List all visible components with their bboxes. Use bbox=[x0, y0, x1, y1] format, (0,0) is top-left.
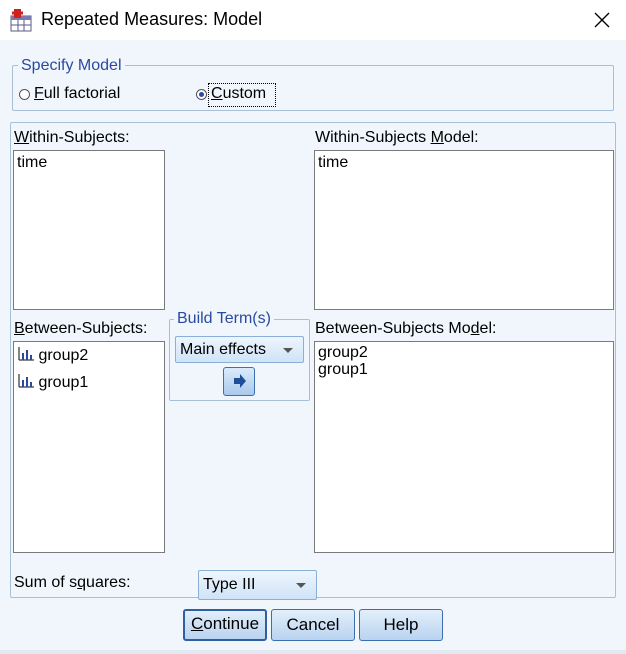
within-subjects-list[interactable]: time bbox=[13, 150, 165, 310]
list-item[interactable]: time bbox=[318, 154, 348, 172]
chevron-down-icon bbox=[283, 348, 293, 353]
between-subjects-model-list[interactable]: group2 group1 bbox=[314, 341, 614, 553]
scale-icon bbox=[18, 347, 34, 361]
list-item[interactable]: time bbox=[17, 154, 47, 172]
help-button[interactable]: Help bbox=[359, 609, 443, 641]
within-subjects-model-label: Within-Subjects Model: bbox=[315, 129, 479, 146]
list-item[interactable]: group2 bbox=[18, 347, 88, 365]
cancel-button[interactable]: Cancel bbox=[271, 609, 355, 641]
dialog-body: Specify Model Full factorial Custom With… bbox=[0, 40, 626, 654]
close-button[interactable] bbox=[582, 0, 622, 40]
title-bar: Repeated Measures: Model bbox=[0, 0, 626, 40]
within-subjects-label: Within-Subjects: bbox=[14, 129, 130, 146]
between-subjects-list[interactable]: group2 group1 bbox=[13, 341, 165, 553]
move-term-button[interactable] bbox=[223, 367, 255, 396]
arrow-right-icon bbox=[234, 374, 246, 388]
build-terms-selected: Main effects bbox=[180, 341, 266, 358]
build-terms-dropdown[interactable]: Main effects bbox=[175, 336, 304, 363]
custom-radio[interactable] bbox=[196, 89, 207, 100]
build-terms-legend: Build Term(s) bbox=[174, 310, 274, 328]
between-subjects-model-label: Between-Subjects Model: bbox=[315, 320, 497, 337]
sum-of-squares-label: Sum of squares: bbox=[14, 574, 131, 591]
spss-app-icon bbox=[10, 9, 32, 32]
custom-label[interactable]: Custom bbox=[211, 85, 266, 103]
sum-of-squares-selected: Type III bbox=[203, 576, 256, 593]
full-factorial-radio[interactable] bbox=[19, 89, 30, 100]
sum-of-squares-dropdown[interactable]: Type III bbox=[198, 570, 317, 600]
list-item[interactable]: group2 bbox=[318, 344, 368, 361]
specify-model-legend: Specify Model bbox=[18, 57, 125, 75]
list-item[interactable]: group1 bbox=[318, 361, 368, 378]
chevron-down-icon bbox=[296, 583, 306, 588]
within-subjects-model-list[interactable]: time bbox=[314, 150, 614, 310]
continue-button[interactable]: Continue bbox=[183, 609, 267, 641]
between-subjects-label: Between-Subjects: bbox=[14, 320, 148, 337]
window-title: Repeated Measures: Model bbox=[41, 9, 263, 29]
scale-icon bbox=[18, 374, 34, 388]
bottom-edge bbox=[0, 650, 626, 654]
full-factorial-label[interactable]: Full factorial bbox=[34, 85, 120, 103]
close-icon bbox=[594, 12, 610, 28]
list-item[interactable]: group1 bbox=[18, 374, 88, 392]
